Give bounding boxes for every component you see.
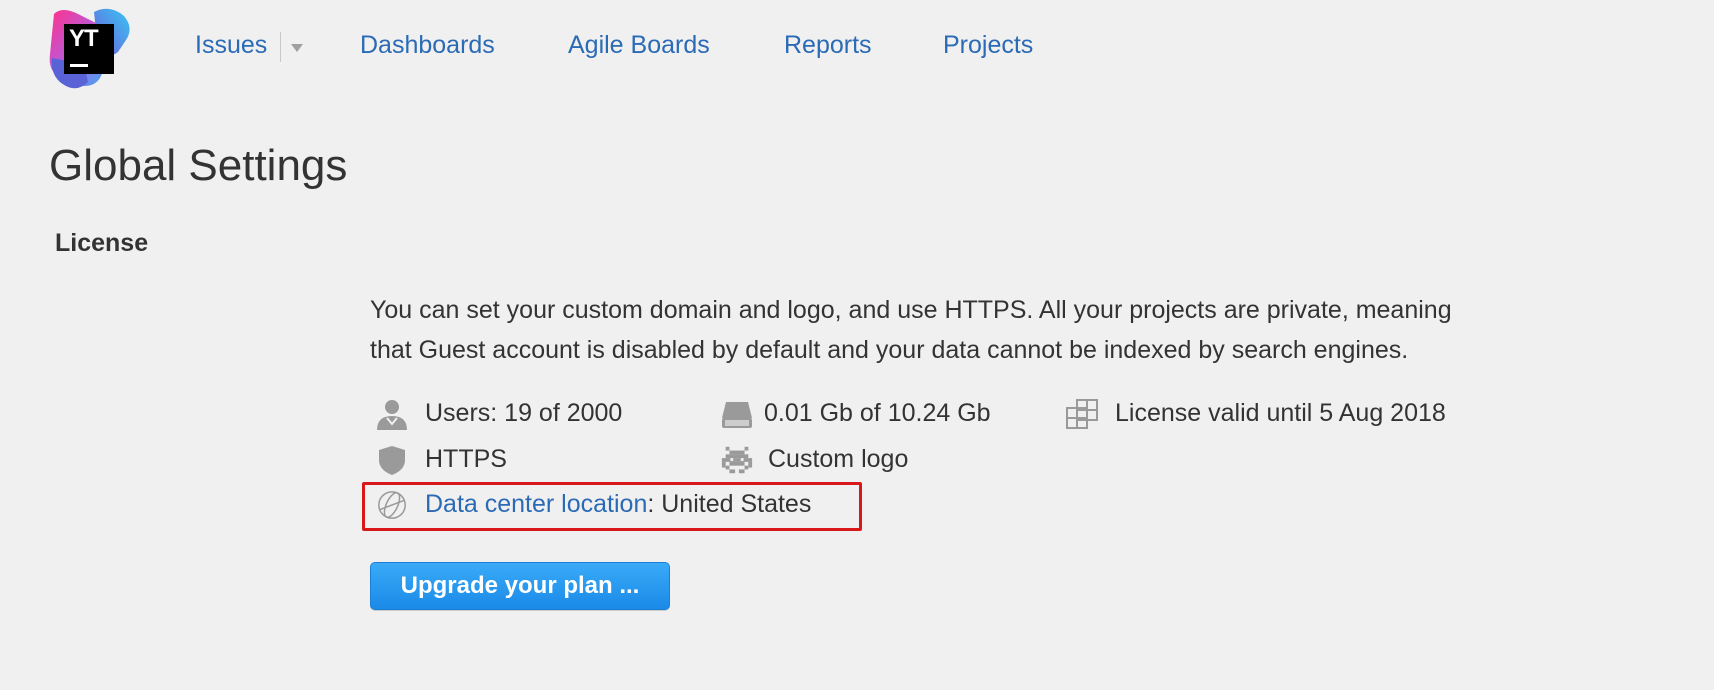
page-title: Global Settings bbox=[49, 141, 348, 190]
space-invader-icon bbox=[721, 446, 753, 474]
license-description: You can set your custom domain and logo,… bbox=[370, 290, 1610, 370]
highlight-box bbox=[362, 482, 862, 531]
shield-icon bbox=[379, 446, 405, 475]
user-icon bbox=[377, 400, 407, 430]
nav-agile-boards[interactable]: Agile Boards bbox=[568, 28, 710, 62]
nav-dashboards[interactable]: Dashboards bbox=[360, 28, 495, 62]
custom-logo-label: Custom logo bbox=[768, 445, 909, 473]
storage-usage: 0.01 Gb of 10.24 Gb bbox=[764, 399, 991, 427]
storage-drive-icon bbox=[722, 402, 752, 428]
license-valid-until: License valid until 5 Aug 2018 bbox=[1115, 399, 1446, 427]
license-section-title: License bbox=[55, 229, 149, 257]
https-label: HTTPS bbox=[425, 445, 507, 473]
description-line-1: You can set your custom domain and logo,… bbox=[370, 296, 1452, 324]
issues-separator bbox=[280, 32, 281, 62]
license-grid-icon bbox=[1066, 399, 1098, 429]
logo-text: YT bbox=[69, 25, 99, 52]
upgrade-plan-button[interactable]: Upgrade your plan ... bbox=[370, 562, 670, 610]
description-line-2: that Guest account is disabled by defaul… bbox=[370, 336, 1409, 364]
users-count: Users: 19 of 2000 bbox=[425, 399, 623, 427]
nav-issues[interactable]: Issues bbox=[195, 28, 267, 62]
nav-reports[interactable]: Reports bbox=[784, 28, 872, 62]
nav-projects[interactable]: Projects bbox=[943, 28, 1033, 62]
chevron-down-icon[interactable] bbox=[291, 44, 303, 52]
